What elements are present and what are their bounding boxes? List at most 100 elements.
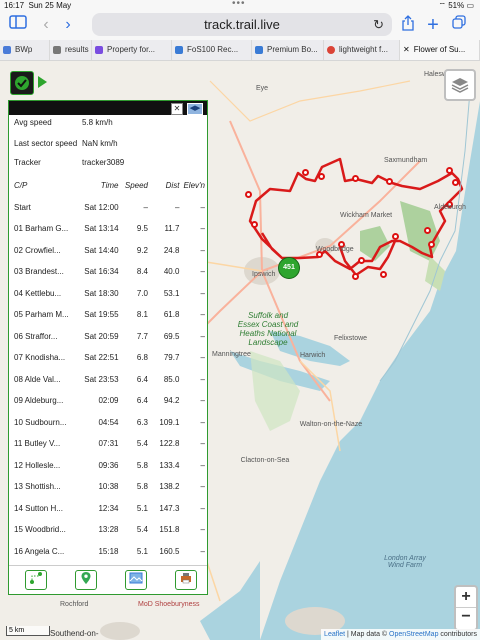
table-row[interactable]: 04 Kettlebu... Sat 18:30 7.0 53.1 – <box>12 283 207 305</box>
table-row[interactable]: 01 Barham G... Sat 13:14 9.5 11.7 – <box>12 218 207 240</box>
cell-time: Sat 16:34 <box>84 267 119 277</box>
print-icon[interactable] <box>175 570 197 590</box>
table-row[interactable]: 15 Woodbrid... 13:28 5.4 151.8 – <box>12 519 207 541</box>
table-row[interactable]: 11 Butley V... 07:31 5.4 122.8 – <box>12 433 207 455</box>
tab-active[interactable]: ✕ Flower of Su... <box>400 40 480 60</box>
cell-time: 10:38 <box>98 482 119 492</box>
app-logo-icon[interactable] <box>10 71 34 95</box>
checkpoint-marker[interactable] <box>452 179 459 186</box>
table-row[interactable]: 03 Brandest... Sat 16:34 8.4 40.0 – <box>12 261 207 283</box>
google-maps-icon[interactable] <box>75 570 97 590</box>
zoom-control: + − <box>454 585 478 631</box>
tab-4[interactable]: Premium Bo... <box>252 40 324 60</box>
table-row[interactable]: 09 Aldeburg... 02:09 6.4 94.2 – <box>12 390 207 412</box>
share-icon[interactable] <box>400 15 416 35</box>
route-download-icon[interactable] <box>25 570 47 590</box>
checkpoint-marker[interactable] <box>446 167 453 174</box>
place-label: Walton-on-the-Naze <box>299 421 363 428</box>
cell-dist: 61.8 <box>163 310 180 320</box>
checkpoint-marker[interactable] <box>302 169 309 176</box>
table-row[interactable]: 05 Parham M... Sat 19:55 8.1 61.8 – <box>12 304 207 326</box>
tracker-panel: ✕ ◀▶ Avg speed 5.8 km/h Last sector speed… <box>8 100 208 595</box>
tab-3[interactable]: FoS100 Rec... <box>172 40 252 60</box>
tab-0[interactable]: BWp <box>0 40 50 60</box>
photo-icon[interactable] <box>125 570 147 590</box>
table-row[interactable]: 10 Sudbourn... 04:54 6.3 109.1 – <box>12 412 207 434</box>
place-label: Manningtree <box>212 351 251 358</box>
tabs-overview-icon[interactable] <box>450 15 468 35</box>
new-tab-icon[interactable]: + <box>424 15 442 35</box>
checkpoint-marker[interactable] <box>358 257 365 264</box>
cell-name: 08 Alde Val... <box>14 374 61 384</box>
table-row[interactable]: 02 Crowfiel... Sat 14:40 9.2 24.8 – <box>12 240 207 262</box>
checkpoint-marker[interactable] <box>318 173 325 180</box>
table-row[interactable]: 16 Angela C... 15:18 5.1 160.5 – <box>12 541 207 563</box>
sidebar-icon[interactable] <box>6 15 30 35</box>
cell-name: 07 Knodisha... <box>14 353 66 363</box>
place-label: Harwich <box>300 352 326 359</box>
cell-dist: 133.4 <box>159 460 180 470</box>
cell-name: 03 Brandest... <box>14 267 64 277</box>
checkpoint-marker[interactable] <box>386 178 393 185</box>
cell-speed: 6.4 <box>136 396 148 406</box>
close-icon[interactable]: ✕ <box>171 103 183 115</box>
address-bar[interactable]: track.trail.live ↻ <box>92 13 392 36</box>
checkpoint-marker[interactable] <box>245 191 252 198</box>
close-icon[interactable]: ✕ <box>403 45 410 54</box>
place-label: Saxmundham <box>384 157 428 164</box>
cell-elev: – <box>200 288 205 298</box>
table-row[interactable]: 12 Hollesle... 09:36 5.8 133.4 – <box>12 455 207 477</box>
table-row[interactable]: 14 Sutton H... 12:34 5.1 147.3 – <box>12 498 207 520</box>
checkpoint-marker[interactable] <box>251 221 258 228</box>
cell-elev: – <box>200 546 205 556</box>
tab-1[interactable]: results | <box>50 40 92 60</box>
cell-name: 05 Parham M... <box>14 310 69 320</box>
cell-time: Sat 20:59 <box>84 331 119 341</box>
play-icon[interactable] <box>38 76 47 88</box>
tab-5[interactable]: lightweight f... <box>324 40 400 60</box>
tracker-position-badge[interactable]: 451 <box>278 257 300 279</box>
checkpoint-marker[interactable] <box>380 271 387 278</box>
cell-name: 12 Hollesle... <box>14 460 61 470</box>
cell-time: Sat 13:14 <box>84 224 119 234</box>
zoom-in-button[interactable]: + <box>456 587 476 608</box>
cell-speed: 6.4 <box>136 374 148 384</box>
cell-name: 10 Sudbourn... <box>14 417 67 427</box>
cell-speed: 6.8 <box>136 353 148 363</box>
cell-dist: 147.3 <box>159 503 180 513</box>
checkpoint-marker[interactable] <box>428 241 435 248</box>
toggle-panel-icon[interactable]: ◀▶ <box>187 103 203 115</box>
osm-link[interactable]: OpenStreetMap <box>389 631 438 638</box>
cell-name: 15 Woodbrid... <box>14 525 66 535</box>
checkpoint-marker[interactable] <box>352 175 359 182</box>
cell-elev: – <box>200 503 205 513</box>
table-row[interactable]: 06 Straffor... Sat 20:59 7.7 69.5 – <box>12 326 207 348</box>
cell-dist: 138.2 <box>159 482 180 492</box>
forward-icon[interactable]: › <box>60 15 76 35</box>
checkpoint-marker[interactable] <box>424 227 431 234</box>
leaflet-link[interactable]: Leaflet <box>324 631 345 638</box>
table-row[interactable]: 08 Alde Val... Sat 23:53 6.4 85.0 – <box>12 369 207 391</box>
cell-elev: – <box>200 245 205 255</box>
zoom-out-button[interactable]: − <box>456 608 476 628</box>
table-row[interactable]: 13 Shottish... 10:38 5.8 138.2 – <box>12 476 207 498</box>
map-attribution: Leaflet | Map data © OpenStreetMap contr… <box>321 629 480 640</box>
layers-control-button[interactable] <box>444 69 476 101</box>
table-row[interactable]: 07 Knodisha... Sat 22:51 6.8 79.7 – <box>12 347 207 369</box>
browser-toolbar: ‹ › track.trail.live ↻ + <box>0 10 480 40</box>
cell-speed: 5.1 <box>136 546 148 556</box>
status-bar: 16:17 Sun 25 May ••• ⌔ 51% ▭ <box>0 0 480 10</box>
reload-icon[interactable]: ↻ <box>373 13 384 36</box>
cell-name: 06 Straffor... <box>14 331 58 341</box>
tab-2[interactable]: Property for... <box>92 40 172 60</box>
cell-time: Sat 14:40 <box>84 245 119 255</box>
back-icon[interactable]: ‹ <box>38 15 54 35</box>
cell-elev: – <box>200 331 205 341</box>
multitask-dots-icon[interactable]: ••• <box>232 0 246 9</box>
checkpoint-marker[interactable] <box>352 273 359 280</box>
cell-time: 12:34 <box>98 503 119 513</box>
table-row[interactable]: Start Sat 12:00 – – – <box>12 197 207 219</box>
cell-dist: 40.0 <box>163 267 180 277</box>
checkpoint-marker[interactable] <box>392 233 399 240</box>
cell-time: 04:54 <box>98 417 119 427</box>
